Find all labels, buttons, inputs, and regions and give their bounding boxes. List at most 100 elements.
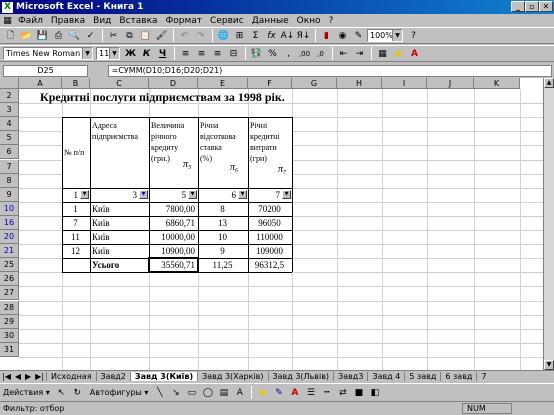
borders-icon[interactable]: ▦ <box>375 47 390 61</box>
select-pointer-icon[interactable]: ↖ <box>54 386 69 400</box>
table-cell[interactable]: Київ <box>92 202 146 216</box>
tab-zavd4[interactable]: Завд 4 <box>367 372 404 381</box>
column-header[interactable]: H <box>337 78 382 89</box>
row-header[interactable]: 6 <box>0 145 19 160</box>
percent-icon[interactable]: % <box>265 47 280 61</box>
line-color-icon[interactable]: ✎ <box>271 386 286 400</box>
table-cell[interactable]: 11 <box>64 230 87 244</box>
font-color-icon[interactable]: A <box>287 386 302 400</box>
tab-7[interactable]: 7 <box>476 372 490 381</box>
total-cell[interactable]: 11,25 <box>200 258 245 272</box>
table-cell[interactable]: 70200 <box>250 202 289 216</box>
row-header[interactable]: 21 <box>0 244 19 259</box>
cut-icon[interactable]: ✂ <box>106 29 121 43</box>
autofilter-dropdown-icon[interactable]: ▼ <box>188 189 197 199</box>
column-header[interactable]: J <box>427 78 474 89</box>
sort-ascending-icon[interactable]: A↓ <box>280 29 295 43</box>
align-left-icon[interactable]: ≡ <box>178 47 193 61</box>
restore-button[interactable]: ▫ <box>525 1 539 12</box>
new-icon[interactable]: 🗋 <box>3 29 18 43</box>
open-icon[interactable]: 📂 <box>19 29 34 43</box>
total-label[interactable]: Усього <box>92 258 119 272</box>
merge-center-icon[interactable]: ⊟ <box>226 47 241 61</box>
hyperlink-icon[interactable]: 🌐 <box>216 29 231 43</box>
format-painter-icon[interactable]: 🖌 <box>154 29 169 43</box>
web-toolbar-icon[interactable]: ⊞ <box>232 29 247 43</box>
menu-tools[interactable]: Сервис <box>206 16 248 26</box>
tab-zavd3[interactable]: Завд3 <box>333 372 367 381</box>
sort-descending-icon[interactable]: Я↓ <box>296 29 311 43</box>
row-header[interactable]: 9 <box>0 187 19 202</box>
table-cell[interactable]: 1 <box>64 202 87 216</box>
decrease-decimal-icon[interactable]: ,0 <box>313 47 328 61</box>
table-cell[interactable]: 13 <box>200 216 245 230</box>
scroll-down-icon[interactable]: ▼ <box>544 360 554 370</box>
autofilter-dropdown-icon[interactable]: ▼ <box>282 189 291 199</box>
column-header[interactable]: I <box>382 78 427 89</box>
row-header[interactable]: 25 <box>0 258 19 273</box>
column-header[interactable]: D <box>149 78 198 89</box>
menu-data[interactable]: Данные <box>248 16 293 26</box>
name-box[interactable]: D25 <box>3 64 88 77</box>
rectangle-icon[interactable]: ▭ <box>184 386 199 400</box>
undo-icon[interactable]: ↶ <box>177 29 192 43</box>
free-rotate-icon[interactable]: ↻ <box>70 386 85 400</box>
menu-view[interactable]: Вид <box>89 16 115 26</box>
increase-indent-icon[interactable]: ⇥ <box>352 47 367 61</box>
redo-icon[interactable]: ↷ <box>193 29 208 43</box>
autoshapes-menu[interactable]: Автофигуры ▾ <box>90 388 149 397</box>
chart-wizard-icon[interactable]: ▮ <box>319 29 334 43</box>
tab-6-zavd[interactable]: 6 завд <box>440 372 476 381</box>
column-header[interactable]: C <box>90 78 149 89</box>
autofilter-dropdown-icon[interactable]: ▼ <box>238 189 247 199</box>
row-header[interactable]: 28 <box>0 300 19 315</box>
autosum-icon[interactable]: Σ <box>248 29 263 43</box>
fill-color-icon[interactable]: ◆ <box>391 47 406 61</box>
underline-button[interactable]: Ч <box>155 47 170 61</box>
tab-ishodnaya[interactable]: Исходная <box>46 372 96 381</box>
office-assistant-icon[interactable]: ? <box>406 29 421 43</box>
autofilter-dropdown-icon[interactable]: ▼ <box>139 189 148 199</box>
bold-button[interactable]: Ж <box>123 47 138 61</box>
row-header[interactable]: 29 <box>0 314 19 329</box>
row-header[interactable]: 3 <box>0 103 19 118</box>
comma-style-icon[interactable]: , <box>281 47 296 61</box>
row-header[interactable]: 26 <box>0 272 19 287</box>
tab-zavd2[interactable]: Завд2 <box>95 372 130 381</box>
row-header[interactable]: 27 <box>0 286 19 301</box>
minimize-button[interactable]: _ <box>511 1 525 12</box>
vertical-scrollbar[interactable]: ▲ ▼ <box>543 78 554 370</box>
currency-icon[interactable]: 💱 <box>249 47 264 61</box>
arrow-icon[interactable]: ↘ <box>168 386 183 400</box>
worksheet-grid[interactable]: A B C D E F G H I J K 2 3 4 5 6 7 8 9 10 16 20 21 25 26 27 28 29 30 3… <box>0 78 543 370</box>
font-color-icon[interactable]: A <box>407 47 422 61</box>
table-cell[interactable]: 12 <box>64 244 87 258</box>
tab-last-icon[interactable]: ▶| <box>33 372 46 381</box>
table-cell[interactable]: 10000,00 <box>151 230 195 244</box>
row-header[interactable]: 4 <box>0 117 19 132</box>
line-icon[interactable]: ╲ <box>152 386 167 400</box>
row-header[interactable]: 16 <box>0 215 19 230</box>
save-icon[interactable]: 💾 <box>35 29 50 43</box>
row-header[interactable]: 8 <box>0 173 19 188</box>
table-cell[interactable]: Київ <box>92 230 146 244</box>
formula-input[interactable]: =СУММ(D10;D16;D20;D21) <box>107 64 552 77</box>
close-button[interactable]: ✕ <box>539 1 553 12</box>
zoom-select[interactable]: 100% ▼ <box>367 29 403 42</box>
table-cell[interactable]: 7800,00 <box>151 202 195 216</box>
3d-icon[interactable]: ◧ <box>367 386 382 400</box>
scroll-up-icon[interactable]: ▲ <box>544 78 554 88</box>
paste-icon[interactable]: 📋 <box>138 29 153 43</box>
table-cell[interactable]: 8 <box>200 202 245 216</box>
print-preview-icon[interactable]: 🔍 <box>67 29 82 43</box>
font-select[interactable]: Times New Roman ▼ <box>3 47 93 60</box>
column-header[interactable]: F <box>248 78 292 89</box>
italic-button[interactable]: К <box>139 47 154 61</box>
menu-format[interactable]: Формат <box>162 16 207 26</box>
select-all-corner[interactable] <box>0 78 19 89</box>
chevron-down-icon[interactable]: ▼ <box>109 48 119 59</box>
print-icon[interactable]: ⎙ <box>51 29 66 43</box>
actions-menu[interactable]: Действия ▾ <box>3 388 50 397</box>
row-header[interactable]: 30 <box>0 328 19 343</box>
menu-edit[interactable]: Правка <box>47 16 89 26</box>
